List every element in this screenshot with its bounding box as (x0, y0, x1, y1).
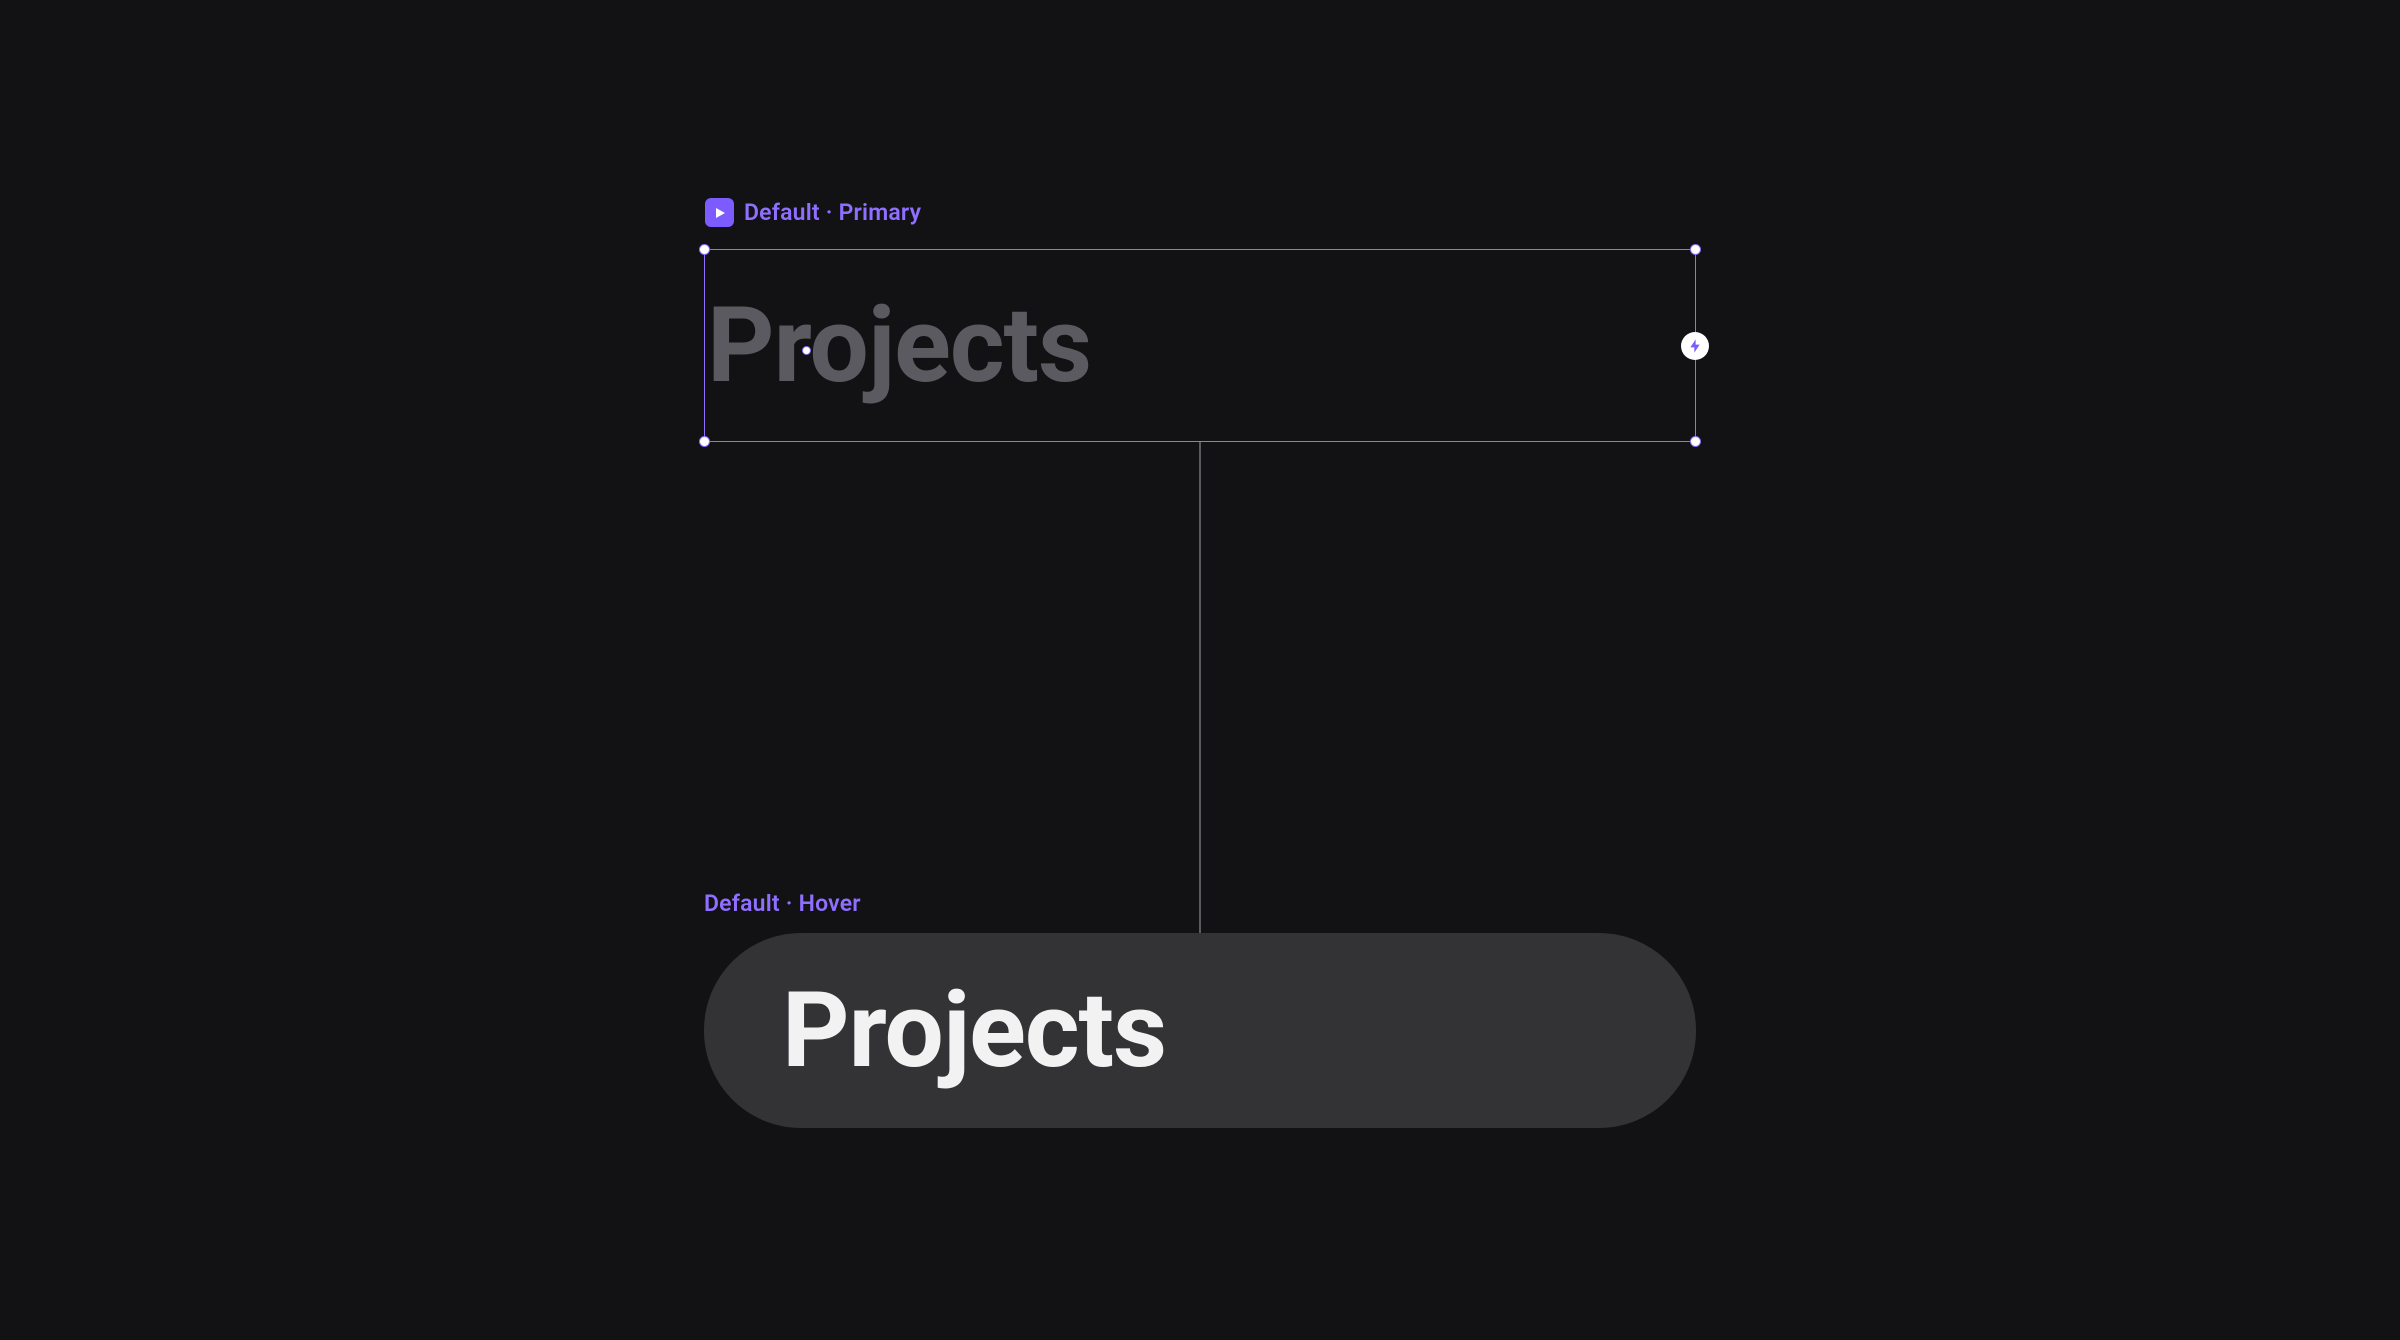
variant-label-hover[interactable]: Default · Hover (704, 890, 861, 917)
prototype-action-badge[interactable] (1681, 332, 1709, 360)
component-frame-hover[interactable]: Projects (704, 933, 1696, 1128)
selection-handle-top-left[interactable] (699, 244, 710, 255)
variant-label-primary-text: Default · Primary (744, 199, 921, 226)
component-frame-primary[interactable]: Projects (704, 249, 1696, 442)
selection-handle-bottom-left[interactable] (699, 436, 710, 447)
play-icon (705, 198, 734, 227)
design-canvas[interactable]: Default · Primary Projects Default · Hov… (0, 0, 2400, 1340)
selection-handle-top-right[interactable] (1690, 244, 1701, 255)
nav-item-hover-text: Projects (782, 978, 1166, 1083)
bolt-icon (1687, 338, 1703, 354)
nav-item-primary-text: Projects (707, 293, 1091, 398)
prototype-connector-line (1199, 442, 1201, 933)
inner-selection-marker[interactable] (802, 346, 811, 355)
variant-label-primary[interactable]: Default · Primary (705, 198, 921, 227)
selection-handle-bottom-right[interactable] (1690, 436, 1701, 447)
